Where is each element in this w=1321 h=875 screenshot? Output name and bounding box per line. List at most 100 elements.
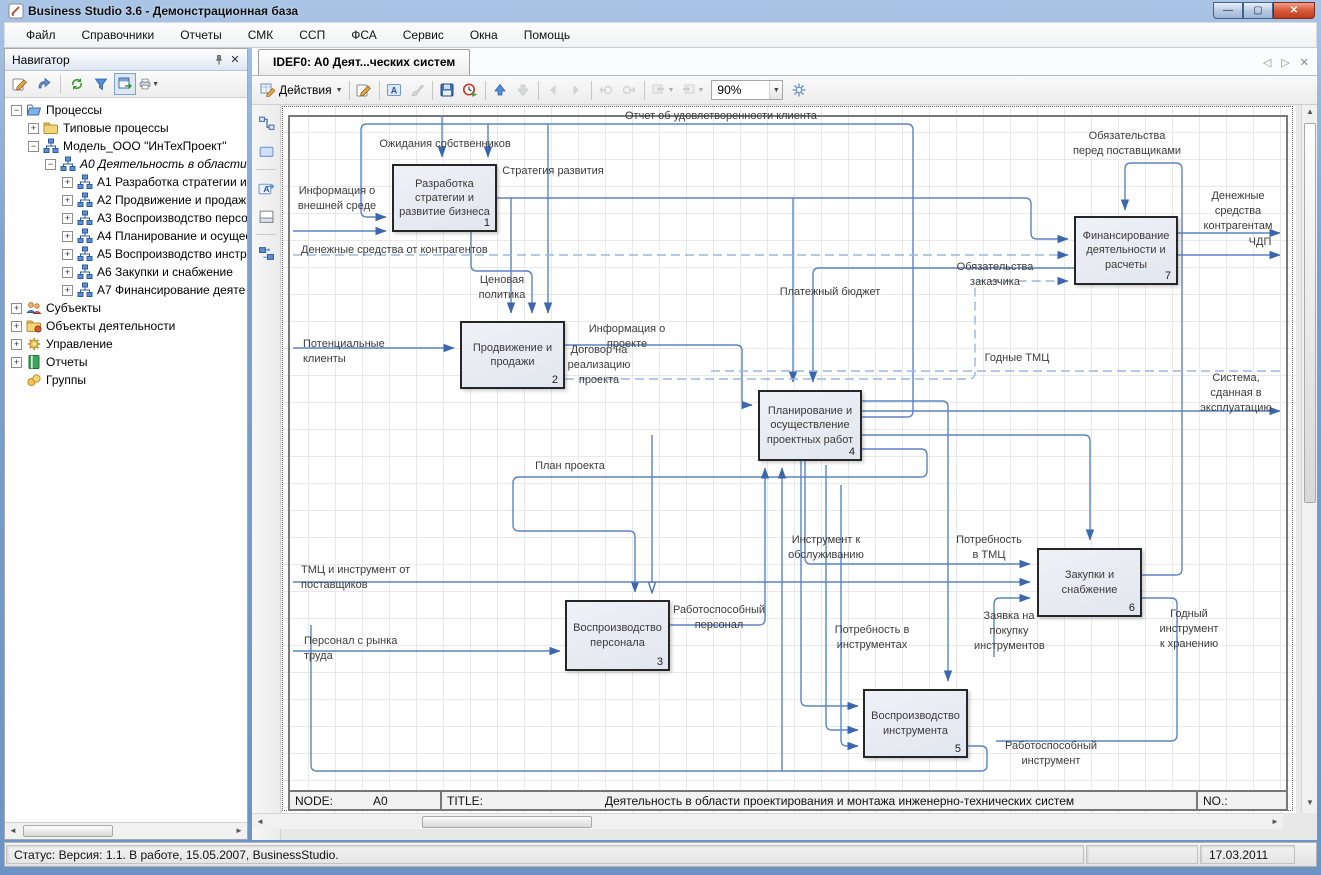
title-bar[interactable]: Business Studio 3.6 - Демонстрационная б…	[4, 0, 1317, 22]
menu-item-1[interactable]: Файл	[13, 24, 69, 46]
window-link-icon[interactable]	[114, 73, 136, 95]
label-tmc-need[interactable]: Потребность в ТМЦ	[952, 533, 1026, 563]
menu-item-7[interactable]: Сервис	[390, 24, 457, 46]
label-money-from-counterparties[interactable]: Денежные средства от контрагентов	[301, 243, 496, 258]
diagram-canvas[interactable]: NODE: A0 TITLE: Деятельность в области п…	[281, 105, 1296, 813]
tree-item-13[interactable]: +Объекты деятельности	[5, 317, 247, 335]
tree-expander[interactable]: +	[11, 303, 22, 314]
scroll-right-arrow[interactable]: ►	[1267, 815, 1283, 829]
zoom-combobox[interactable]: 90%▼	[711, 80, 783, 100]
tree-item-11[interactable]: +А7 Финансирование деяте	[5, 281, 247, 299]
label-project-plan[interactable]: План проекта	[534, 459, 606, 474]
tree-item-5[interactable]: +А1 Разработка стратегии и	[5, 173, 247, 191]
pin-icon[interactable]	[211, 52, 227, 67]
process-box-1[interactable]: Разработка стратегии и развитие бизнеса1	[392, 164, 497, 232]
tree-item-1[interactable]: −Процессы	[5, 101, 247, 119]
process-box-6[interactable]: Закупки и снабжение6	[1037, 548, 1142, 617]
label-chdp[interactable]: ЧДП	[1241, 235, 1279, 250]
tree-expander[interactable]: +	[62, 177, 73, 188]
process-box-2[interactable]: Продвижение и продажи2	[460, 321, 565, 389]
print-icon[interactable]: ▼	[138, 73, 160, 95]
tree-expander[interactable]: −	[28, 141, 39, 152]
tree-item-15[interactable]: +Отчеты	[5, 353, 247, 371]
diagram-vscrollbar[interactable]: ▲ ▼	[1301, 105, 1317, 813]
tree-expander[interactable]: +	[11, 339, 22, 350]
scroll-left-arrow[interactable]: ◄	[5, 824, 21, 838]
label-dev-strategy[interactable]: Стратегия развития	[501, 164, 605, 179]
tree-expander[interactable]: +	[62, 267, 73, 278]
filter-icon[interactable]	[90, 73, 112, 95]
tree-expander[interactable]: −	[11, 105, 22, 116]
label-good-tool-storage[interactable]: Годный инструмент к хранению	[1153, 607, 1225, 652]
menu-item-6[interactable]: ФСА	[338, 24, 390, 46]
menu-item-3[interactable]: Отчеты	[167, 24, 234, 46]
tab-next-icon[interactable]: ▷	[1281, 56, 1289, 69]
scroll-down-arrow[interactable]: ▼	[1302, 796, 1318, 810]
save-button[interactable]	[436, 79, 459, 102]
scroll-right-arrow[interactable]: ►	[231, 824, 247, 838]
tree-expander[interactable]: −	[45, 159, 56, 170]
redo-arrow-icon[interactable]	[33, 73, 55, 95]
text-block-button[interactable]: A	[383, 79, 406, 102]
tree-item-16[interactable]: Группы	[5, 371, 247, 389]
minimize-button[interactable]: —	[1213, 2, 1243, 19]
menu-item-4[interactable]: СМК	[235, 24, 287, 46]
tree-item-6[interactable]: +А2 Продвижение и продаж	[5, 191, 247, 209]
tree-expander[interactable]: +	[62, 249, 73, 260]
fit-page-button[interactable]	[787, 79, 810, 102]
tree-item-10[interactable]: +А6 Закупки и снабжение	[5, 263, 247, 281]
label-tool-maintenance[interactable]: Инструмент к обслуживанию	[786, 533, 866, 563]
label-project-contract[interactable]: Договор на реализацию проекта	[563, 343, 635, 388]
close-button[interactable]: ✕	[1273, 2, 1315, 19]
label-tool-purchase-request[interactable]: Заявка на покупку инструментов	[974, 609, 1044, 654]
tree-item-8[interactable]: +А4 Планирование и осущес	[5, 227, 247, 245]
refresh-icon[interactable]	[66, 73, 88, 95]
label-tool-need[interactable]: Потребность в инструментах	[828, 623, 916, 653]
scrollbar-thumb[interactable]	[422, 816, 592, 828]
label-money-to-counterparties[interactable]: Денежные средства контрагентам	[1201, 189, 1275, 234]
tab-close-icon[interactable]: ✕	[1300, 56, 1309, 69]
menu-item-9[interactable]: Помощь	[511, 24, 583, 46]
level-up-button[interactable]	[489, 79, 512, 102]
menu-item-2[interactable]: Справочники	[69, 24, 168, 46]
edit-diagram-button[interactable]	[353, 79, 376, 102]
tree-expander[interactable]: +	[62, 285, 73, 296]
label-good-tmc[interactable]: Годные ТМЦ	[983, 351, 1051, 366]
label-external-info[interactable]: Информация о внешней среде	[295, 184, 379, 214]
scrollbar-thumb[interactable]	[1304, 123, 1316, 503]
label-labor-market-personnel[interactable]: Персонал с рынка труда	[304, 634, 428, 664]
resize-grip[interactable]	[1297, 845, 1315, 864]
process-box-3[interactable]: Воспроизводство персонала3	[565, 600, 670, 671]
menu-item-5[interactable]: ССП	[286, 24, 338, 46]
label-price-policy[interactable]: Ценовая политика	[473, 273, 531, 303]
label-capable-personnel[interactable]: Работоспособный персонал	[667, 603, 771, 633]
chevron-down-icon[interactable]: ▼	[769, 81, 782, 99]
process-box-7[interactable]: Финансирование деятельности и расчеты7	[1074, 216, 1178, 285]
connector-tool-icon[interactable]	[254, 111, 278, 135]
time-parameters-button[interactable]	[459, 79, 482, 102]
tree-item-2[interactable]: +Типовые процессы	[5, 119, 247, 137]
maximize-button[interactable]: ▢	[1243, 2, 1273, 19]
tree-item-12[interactable]: +Субъекты	[5, 299, 247, 317]
label-report-client[interactable]: Отчет об удовлетворенности клиента	[625, 109, 835, 124]
interface-tool-icon[interactable]	[254, 241, 278, 265]
label-owner-expectations[interactable]: Ожидания собственников	[371, 137, 519, 152]
tree-expander[interactable]: +	[62, 231, 73, 242]
tree-item-4[interactable]: −А0 Деятельность в области пр	[5, 155, 247, 173]
tree-expander[interactable]: +	[11, 321, 22, 332]
tree-expander[interactable]: +	[62, 213, 73, 224]
tab-prev-icon[interactable]: ◁	[1263, 56, 1271, 69]
label-potential-clients[interactable]: Потенциальные клиенты	[303, 337, 428, 367]
scroll-left-arrow[interactable]: ◄	[252, 815, 268, 829]
tab-idef0-a0[interactable]: IDEF0: A0 Деят...ческих систем	[258, 49, 470, 75]
close-panel-icon[interactable]: ✕	[227, 52, 243, 67]
tree-item-14[interactable]: +Управление	[5, 335, 247, 353]
label-payment-budget[interactable]: Платежный бюджет	[779, 285, 881, 300]
menu-item-8[interactable]: Окна	[457, 24, 511, 46]
scroll-up-arrow[interactable]: ▲	[1302, 105, 1318, 119]
tree-expander[interactable]: +	[62, 195, 73, 206]
label-customer-obligations[interactable]: Обязательства заказчика	[931, 260, 1059, 290]
process-box-5[interactable]: Воспроизводство инструмента5	[863, 689, 968, 758]
label-system-delivered[interactable]: Система, сданная в эксплуатацию	[1197, 371, 1275, 416]
diagram-hscrollbar[interactable]: ◄ ►	[252, 813, 1283, 829]
